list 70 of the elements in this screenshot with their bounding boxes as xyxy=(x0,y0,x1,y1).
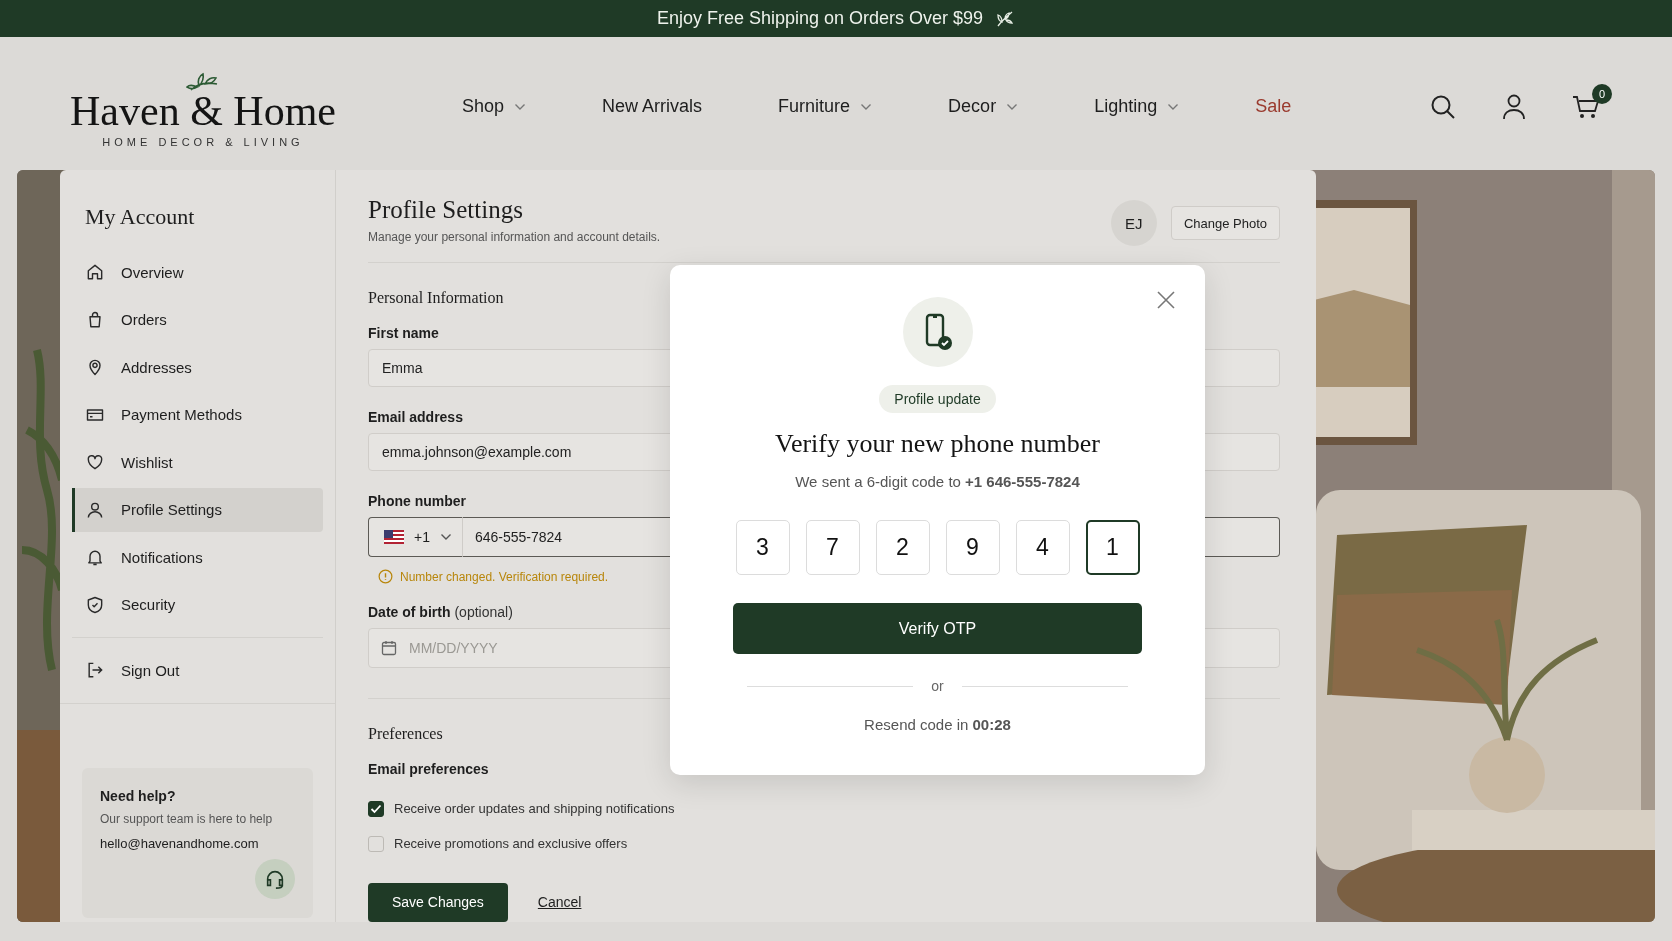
dialog-title: Verify your new phone number xyxy=(775,429,1100,459)
help-text: Our support team is here to help xyxy=(100,811,274,826)
code-digit-field[interactable]: 7 xyxy=(805,520,860,575)
email-link[interactable]: hello@havenandhome.com xyxy=(100,835,295,851)
code-digit-field[interactable]: 3 xyxy=(735,520,790,575)
logo-text[interactable]: Haven & Home xyxy=(70,87,336,134)
nav-link[interactable]: New Arrivals xyxy=(602,96,703,117)
section-title: Preferences xyxy=(368,725,443,744)
sidebar-item[interactable]: Addresses xyxy=(72,345,323,390)
checkbox[interactable] xyxy=(368,835,384,852)
sidebar-item[interactable]: Wishlist xyxy=(72,440,323,485)
status-badge: Profile update xyxy=(879,385,996,413)
leaf-icon xyxy=(995,9,1016,28)
field-hint: (optional) xyxy=(454,604,513,621)
sidebar-item[interactable]: Orders xyxy=(72,297,323,342)
logo-tagline: HOME DECOR & LIVING xyxy=(102,135,304,148)
calendar-icon xyxy=(381,640,397,657)
dialog-text: We sent a 6-digit code to +1 646-555-7824 xyxy=(795,473,1080,490)
sidebar-item[interactable]: Overview xyxy=(72,250,323,295)
banner-text: Enjoy Free Shipping on Orders Over $99 xyxy=(656,8,984,29)
field-label: Phone number xyxy=(368,492,466,509)
shield-icon xyxy=(85,594,105,615)
avatar: EJ xyxy=(1110,200,1157,246)
chevron-down-icon xyxy=(860,102,873,111)
chevron-down-icon xyxy=(1006,102,1019,111)
field-label: First name xyxy=(368,324,439,341)
account-icon[interactable] xyxy=(1502,93,1526,120)
sidebar-item[interactable]: Profile Settings xyxy=(72,487,323,532)
sign-out-link[interactable]: Sign Out xyxy=(72,648,323,693)
help-title: Need help? xyxy=(100,787,177,804)
cart-icon[interactable] xyxy=(1572,93,1600,120)
warning-icon xyxy=(378,569,393,585)
country-code-select[interactable]: +1 xyxy=(368,516,463,558)
field-label: Date of birth xyxy=(368,604,451,621)
checkbox-label: Receive promotions and exclusive offers xyxy=(394,836,628,852)
close-icon[interactable] xyxy=(1157,291,1175,309)
search-icon[interactable] xyxy=(1430,93,1456,120)
sidebar-item[interactable]: Notifications xyxy=(72,535,323,580)
cart-count-badge: 0 xyxy=(1592,83,1612,104)
flag-icon xyxy=(384,529,404,544)
chevron-down-icon xyxy=(514,102,527,111)
checkbox-label: Receive order updates and shipping notifications xyxy=(394,801,675,817)
sidebar-item[interactable]: Security xyxy=(72,582,323,627)
checkbox[interactable] xyxy=(368,800,384,817)
code-digit-field[interactable]: 4 xyxy=(1015,520,1070,575)
sidebar-item[interactable]: Payment Methods xyxy=(72,392,323,437)
code-digit-field[interactable]: 2 xyxy=(875,520,930,575)
or-text: or xyxy=(931,678,944,694)
change-photo-button[interactable]: Change Photo xyxy=(1170,206,1280,240)
field-label: Email preferences xyxy=(368,761,489,778)
support-button[interactable] xyxy=(255,858,295,899)
section-title: Personal Information xyxy=(368,288,504,307)
field-label: Email address xyxy=(368,408,463,425)
save-button[interactable]: Save Changes xyxy=(368,883,508,922)
nav-link[interactable]: Lighting xyxy=(1094,96,1180,117)
nav-link[interactable]: Sale xyxy=(1255,96,1292,117)
warning-text: Number changed. Verification required. xyxy=(400,569,609,584)
code-digit-field[interactable]: 9 xyxy=(945,520,1000,575)
chevron-down-icon xyxy=(1167,102,1180,111)
nav-link[interactable]: Shop xyxy=(462,96,527,117)
nav-link[interactable]: Furniture xyxy=(778,96,873,117)
chevron-down-icon xyxy=(439,532,452,541)
sidebar-title: My Account xyxy=(85,204,196,230)
cancel-link[interactable]: Cancel xyxy=(537,894,582,911)
page-title: Profile Settings xyxy=(368,196,524,224)
verify-button[interactable]: Verify OTP xyxy=(733,603,1142,654)
page-subtitle: Manage your personal information and account details. xyxy=(368,230,661,244)
nav-link[interactable]: Decor xyxy=(948,96,1019,117)
code-digit-field[interactable]: 1 xyxy=(1085,520,1140,575)
resend-timer-text: Resend code in 00:28 xyxy=(864,716,1011,733)
